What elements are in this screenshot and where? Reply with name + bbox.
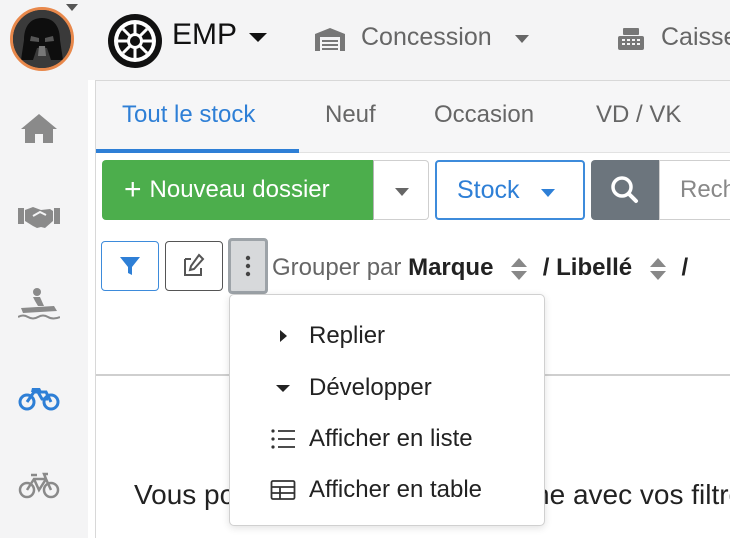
search-input[interactable] xyxy=(659,160,730,220)
list-icon xyxy=(271,429,295,449)
brand-name[interactable]: EMP xyxy=(172,18,237,52)
edit-button[interactable] xyxy=(165,241,223,291)
search-button[interactable] xyxy=(591,160,659,220)
tab-vd-vk[interactable]: VD / VK xyxy=(596,101,681,129)
brand-caret-down-icon[interactable] xyxy=(249,33,267,42)
group-by-bar: Grouper par Marque / Libellé / xyxy=(272,254,688,282)
handshake-icon[interactable] xyxy=(18,198,60,234)
sidebar xyxy=(0,80,88,538)
group-separator: / xyxy=(542,254,550,281)
store-icon[interactable] xyxy=(314,27,346,51)
filter-button[interactable] xyxy=(101,241,159,291)
register-selector[interactable]: Caisse xyxy=(661,23,730,52)
group-separator: / xyxy=(681,254,689,281)
tab-used[interactable]: Occasion xyxy=(434,101,534,129)
search-icon xyxy=(611,176,638,203)
empire-logo-icon[interactable] xyxy=(102,12,168,70)
bicycle-icon[interactable] xyxy=(18,466,60,502)
sort-icon[interactable] xyxy=(649,256,667,282)
menu-item-label: Afficher en liste xyxy=(309,425,473,452)
home-icon[interactable] xyxy=(18,110,60,146)
vertical-ellipsis-icon xyxy=(245,255,251,277)
caret-down-icon xyxy=(395,188,409,196)
caret-down-icon xyxy=(541,189,555,197)
jet-ski-icon[interactable] xyxy=(17,286,61,322)
plus-icon: + xyxy=(124,173,142,206)
new-file-dropdown-toggle[interactable] xyxy=(373,160,429,220)
helmet-avatar-icon xyxy=(13,10,71,68)
store-caret-down-icon[interactable] xyxy=(515,35,529,43)
active-tab-indicator xyxy=(96,149,299,153)
caret-right-icon xyxy=(280,330,287,342)
edit-icon xyxy=(184,253,205,276)
more-options-button[interactable] xyxy=(228,238,268,294)
menu-item-label: Afficher en table xyxy=(309,476,483,503)
store-selector[interactable]: Concession xyxy=(361,23,492,52)
caret-down-icon xyxy=(276,385,290,392)
group-by-prefix: Grouper par xyxy=(272,254,402,281)
stock-dropdown-button[interactable]: Stock xyxy=(435,160,585,220)
menu-item-label: Replier xyxy=(309,322,386,349)
user-avatar[interactable] xyxy=(10,7,74,71)
stock-dropdown-label: Stock xyxy=(457,176,520,204)
options-dropdown-menu: Replier Développer Afficher en liste Aff… xyxy=(229,294,545,526)
menu-item-table-view[interactable]: Afficher en table xyxy=(230,466,544,512)
top-bar: EMP Concession Caisse xyxy=(0,0,730,80)
filter-icon xyxy=(120,257,140,275)
motorcycle-icon[interactable] xyxy=(18,378,60,414)
stock-tabs: Tout le stock Neuf Occasion VD / VK xyxy=(96,81,730,153)
tab-all-stock[interactable]: Tout le stock xyxy=(122,101,255,129)
group-field-label[interactable]: Libellé xyxy=(556,254,632,281)
user-menu-caret-icon[interactable] xyxy=(66,4,78,11)
menu-item-expand[interactable]: Développer xyxy=(230,364,544,410)
tab-new[interactable]: Neuf xyxy=(325,101,376,129)
new-file-label: Nouveau dossier xyxy=(149,176,330,203)
menu-item-list-view[interactable]: Afficher en liste xyxy=(230,415,544,461)
menu-item-label: Développer xyxy=(309,374,432,401)
new-file-button[interactable]: + Nouveau dossier xyxy=(102,160,373,220)
cash-register-icon[interactable] xyxy=(617,27,645,51)
menu-item-collapse[interactable]: Replier xyxy=(230,312,544,358)
sort-icon[interactable] xyxy=(510,256,528,282)
group-field-brand[interactable]: Marque xyxy=(408,254,493,281)
table-icon xyxy=(270,480,296,500)
